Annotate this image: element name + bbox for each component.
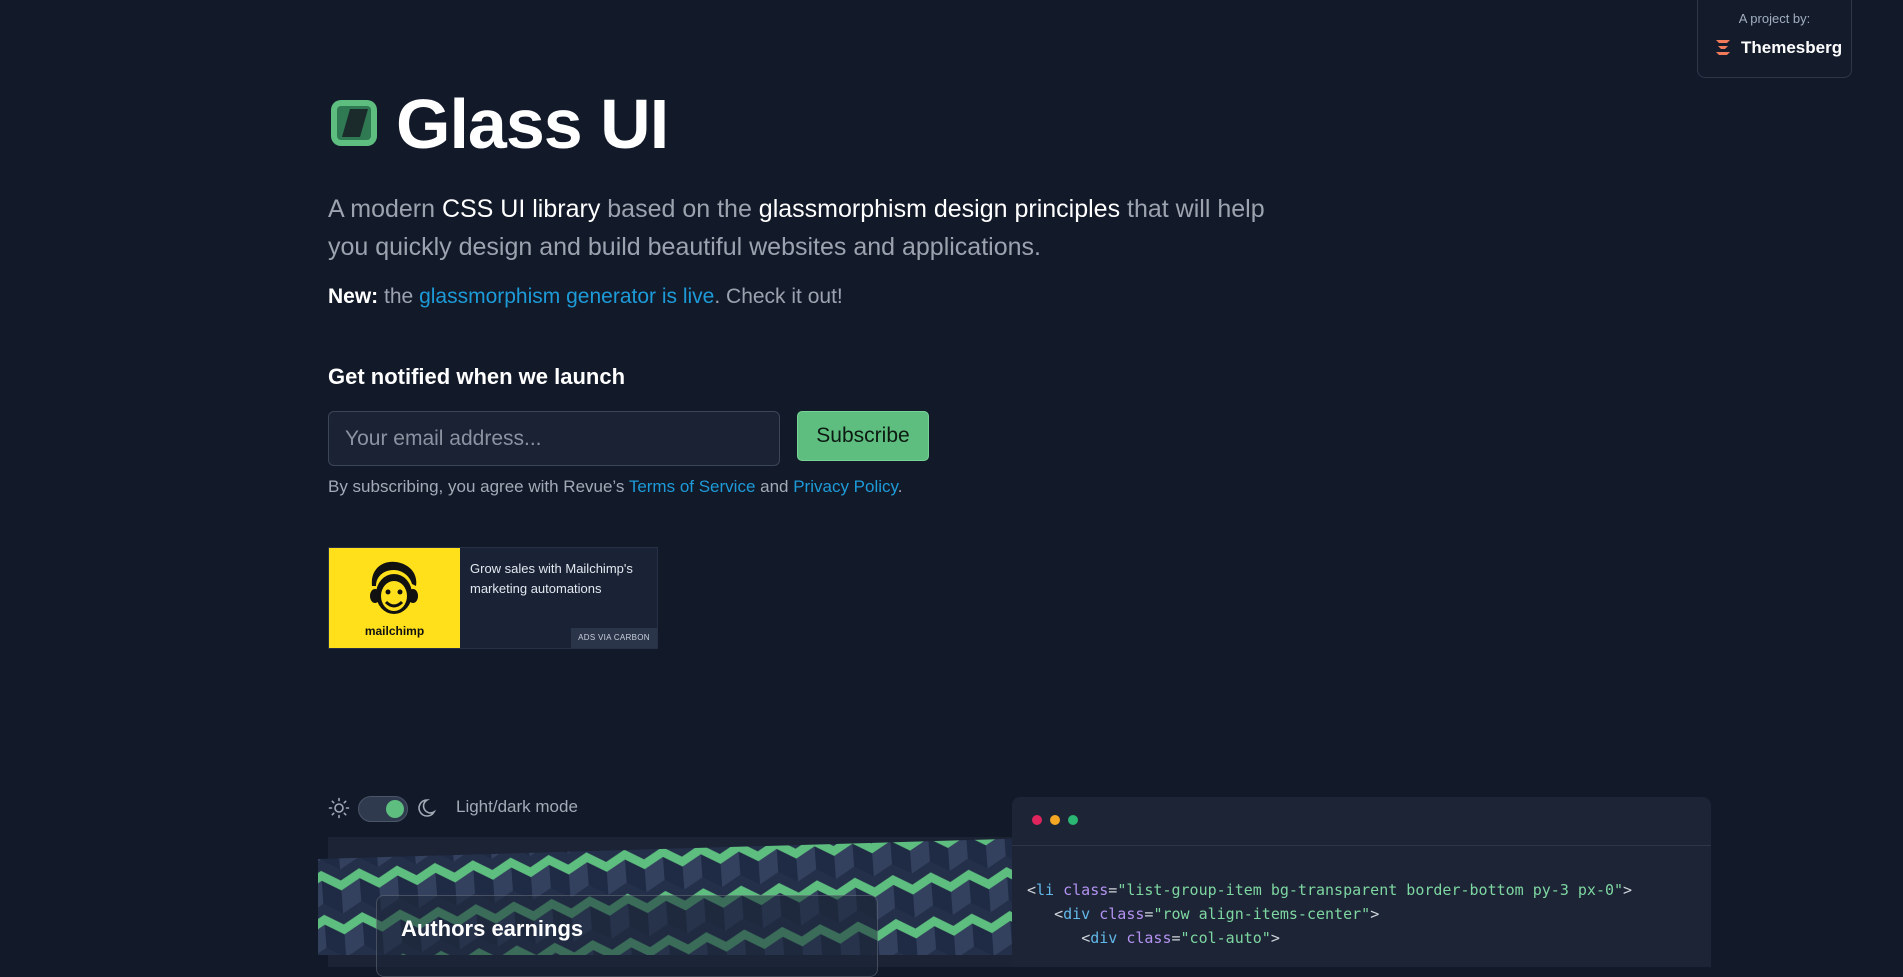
legal-text: By subscribing, you agree with Revue’s T… bbox=[328, 477, 903, 496]
news-label: New: bbox=[328, 285, 379, 308]
lead-highlight-glass: glassmorphism design principles bbox=[758, 195, 1121, 223]
code-line: <div class="row align-items-center"> bbox=[1054, 905, 1380, 923]
ad-brand-label: mailchimp bbox=[364, 624, 425, 638]
themesberg-link[interactable]: Themesberg bbox=[1713, 37, 1842, 59]
lead-highlight-css: CSS UI library bbox=[441, 195, 601, 223]
glass-ui-logo-icon bbox=[331, 100, 377, 146]
authors-earnings-card: Authors earnings bbox=[376, 895, 878, 977]
page-title: Glass UI bbox=[396, 85, 669, 163]
mode-label: Light/dark mode bbox=[456, 797, 578, 816]
generator-link[interactable]: glassmorphism generator is live bbox=[419, 285, 714, 308]
hero-lead: A modern CSS UI library based on the gla… bbox=[328, 195, 1265, 261]
window-dot-green bbox=[1068, 815, 1078, 825]
window-dot-yellow bbox=[1050, 815, 1060, 825]
toggle-knob bbox=[386, 800, 404, 818]
news-line: New: the glassmorphism generator is live… bbox=[328, 285, 843, 308]
code-panel: <li class="list-group-item bg-transparen… bbox=[1012, 797, 1711, 967]
mailchimp-freddie-icon bbox=[370, 561, 418, 614]
ads-via-carbon-link[interactable]: ADS VIA CARBON bbox=[571, 628, 657, 648]
window-dot-red bbox=[1032, 815, 1042, 825]
card-title: Authors earnings bbox=[401, 916, 584, 941]
terms-link[interactable]: Terms of Service bbox=[629, 477, 756, 496]
ad-text[interactable]: Grow sales with Mailchimp's marketing au… bbox=[470, 559, 650, 599]
sun-icon bbox=[328, 797, 350, 819]
privacy-link[interactable]: Privacy Policy bbox=[793, 477, 898, 496]
project-badge[interactable]: A project by: Themesberg bbox=[1697, 0, 1852, 78]
moon-icon bbox=[418, 799, 437, 817]
ad-image[interactable]: mailchimp bbox=[329, 548, 460, 648]
carbon-ad[interactable]: mailchimp Grow sales with Mailchimp's ma… bbox=[328, 547, 658, 649]
project-caption: A project by: bbox=[1738, 11, 1811, 26]
themesberg-brand-label: Themesberg bbox=[1741, 38, 1843, 57]
code-divider bbox=[1012, 845, 1711, 846]
theme-toggle[interactable] bbox=[358, 796, 408, 822]
code-line: <div class="col-auto"> bbox=[1081, 929, 1280, 947]
themesberg-logo-icon bbox=[1716, 40, 1730, 55]
email-input[interactable] bbox=[328, 411, 780, 466]
code-line: <li class="list-group-item bg-transparen… bbox=[1027, 881, 1633, 899]
subscribe-button[interactable]: Subscribe bbox=[797, 411, 929, 461]
notify-heading: Get notified when we launch bbox=[328, 364, 626, 389]
